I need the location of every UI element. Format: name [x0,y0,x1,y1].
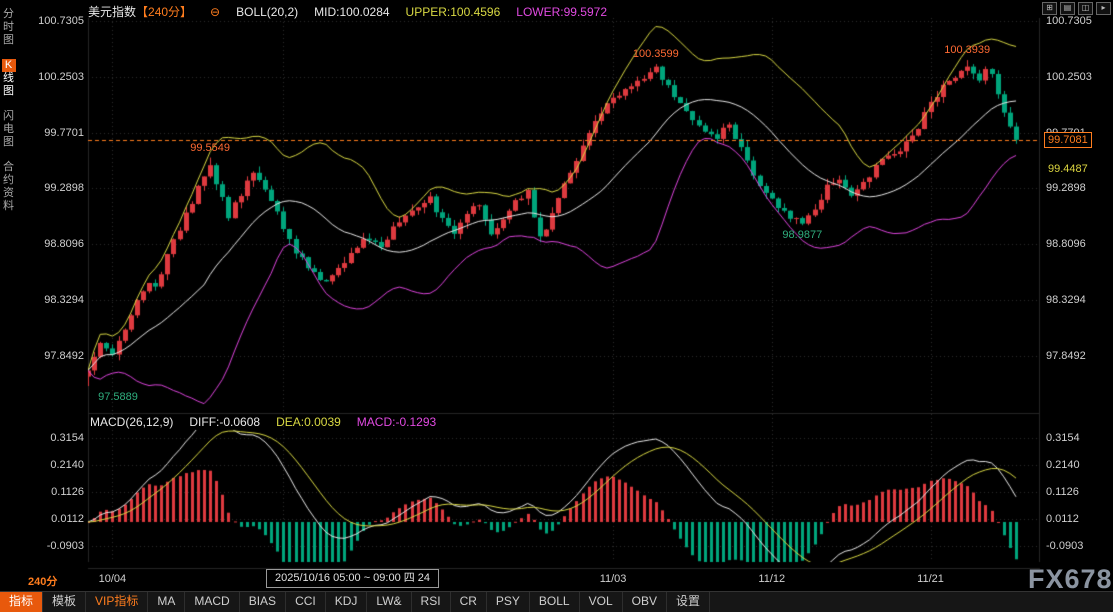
symbol-period: 【240分】 [136,5,192,19]
date-label: 11/12 [758,573,785,585]
sidebar-item-char: 电 [2,123,16,136]
main-axis-label-left: 99.7701 [24,127,84,139]
main-axis-label-right: 99.2898 [1046,182,1086,194]
price-annotation-high: 99.5549 [190,142,230,154]
main-axis-label-right: 98.3294 [1046,294,1086,306]
boll-legend: ⊖ BOLL(20,2) MID:100.0284 UPPER:100.4596… [210,5,607,19]
expand-panel-icon[interactable]: ▸ [1096,2,1111,15]
left-sidebar: 分时图K线图闪电图合约资料 [0,0,17,213]
sidebar-item-char: 资 [2,187,16,200]
macd-axis-label-right: 0.1126 [1046,486,1079,498]
main-axis-label-left: 98.3294 [24,294,84,306]
tab-cr[interactable]: CR [451,592,487,612]
tab-rsi[interactable]: RSI [412,592,451,612]
timeframe-label[interactable]: 240分 [28,573,57,589]
tab-settings[interactable]: 设置 [667,592,710,612]
tab-psy[interactable]: PSY [487,592,530,612]
sidebar-item-lightning-chart[interactable]: 闪电图 [0,110,17,149]
main-axis-label-right: 97.8492 [1046,350,1086,362]
macd-name: MACD(26,12,9) [90,415,173,429]
boll-mid-value: MID:100.0284 [314,5,389,19]
tab-indicators[interactable]: 指标 [0,592,43,612]
trading-terminal: ⊞▤◫▸ 美元指数【240分】 ⊖ BOLL(20,2) MID:100.028… [0,0,1113,612]
sidebar-item-char: 线 [2,72,16,85]
crosshair-tooltip: 2025/10/16 05:00 ~ 09:00 四 24 [266,569,439,588]
macd-axis-label-left: 0.3154 [24,432,84,444]
sidebar-item-char: K [2,59,16,72]
chart-canvas[interactable] [0,0,1113,612]
main-axis-label-left: 100.7305 [24,15,84,27]
tab-vip-indicators[interactable]: VIP指标 [86,592,148,612]
sidebar-item-char: 图 [2,34,16,47]
macd-axis-label-left: 0.0112 [24,513,84,525]
tab-templates[interactable]: 模板 [43,592,86,612]
sidebar-item-char: 合 [2,161,16,174]
tab-cci[interactable]: CCI [286,592,326,612]
sidebar-item-time-chart[interactable]: 分时图 [0,8,17,47]
price-annotation-high: 100.3939 [944,44,990,56]
tab-obv[interactable]: OBV [623,592,667,612]
main-axis-label-left: 97.8492 [24,350,84,362]
sidebar-item-char: 料 [2,200,16,213]
indicator-collapse-icon[interactable]: ⊖ [210,5,220,19]
macd-hist-value: MACD:-0.1293 [357,415,436,429]
dual-panel-icon[interactable]: ◫ [1078,2,1093,15]
date-label: 11/03 [600,573,627,585]
boll-name: BOLL(20,2) [236,5,298,19]
macd-axis-label-left: 0.1126 [24,486,84,498]
sidebar-item-char: 分 [2,8,16,21]
tab-boll[interactable]: BOLL [530,592,580,612]
rows-layout-icon[interactable]: ▤ [1060,2,1075,15]
main-axis-label-left: 98.8096 [24,238,84,250]
boll-lower-value: LOWER:99.5972 [516,5,607,19]
boll-upper-value: UPPER:100.4596 [406,5,501,19]
macd-legend: MACD(26,12,9) DIFF:-0.0608 DEA:0.0039 MA… [90,415,436,429]
symbol-title: 美元指数【240分】 [88,3,192,20]
macd-dea-value: DEA:0.0039 [276,415,341,429]
tab-macd[interactable]: MACD [185,592,239,612]
sidebar-item-char: 约 [2,174,16,187]
main-axis-label-right: 98.8096 [1046,238,1086,250]
sidebar-item-char: 图 [2,136,16,149]
tab-lwr[interactable]: LW& [367,592,411,612]
grid-layout-icon[interactable]: ⊞ [1042,2,1057,15]
sidebar-item-char: 时 [2,21,16,34]
macd-axis-label-right: 0.2140 [1046,459,1080,471]
secondary-price-badge: 99.4487 [1044,162,1092,176]
sidebar-item-contract-info[interactable]: 合约资料 [0,161,17,213]
sidebar-item-kline-chart[interactable]: K线图 [0,59,17,98]
main-axis-label-right: 100.7305 [1046,15,1092,27]
main-axis-label-right: 100.2503 [1046,71,1092,83]
last-price-badge: 99.7081 [1044,132,1092,148]
price-annotation-low: 97.5889 [98,391,138,403]
sidebar-item-char: 图 [2,85,16,98]
tab-bias[interactable]: BIAS [240,592,286,612]
main-axis-label-left: 99.2898 [24,182,84,194]
tab-kdj[interactable]: KDJ [326,592,368,612]
macd-axis-label-right: 0.0112 [1046,513,1079,525]
price-annotation-high: 100.3599 [633,48,679,60]
window-controls: ⊞▤◫▸ [1042,2,1111,15]
macd-axis-label-left: -0.0903 [24,540,84,552]
macd-axis-label-right: -0.0903 [1046,540,1083,552]
date-label: 10/04 [99,573,127,585]
chart-legend: 美元指数【240分】 ⊖ BOLL(20,2) MID:100.0284 UPP… [88,3,607,20]
date-label: 11/21 [917,573,944,585]
tab-ma[interactable]: MA [148,592,185,612]
macd-axis-label-right: 0.3154 [1046,432,1080,444]
macd-diff-value: DIFF:-0.0608 [189,415,260,429]
price-annotation-low: 98.9877 [782,229,822,241]
macd-axis-label-left: 0.2140 [24,459,84,471]
tab-vol[interactable]: VOL [580,592,623,612]
symbol-name: 美元指数 [88,5,136,19]
bottom-toolbar: 指标模板VIP指标MAMACDBIASCCIKDJLW&RSICRPSYBOLL… [0,591,1113,612]
main-axis-label-left: 100.2503 [24,71,84,83]
sidebar-item-char: 闪 [2,110,16,123]
